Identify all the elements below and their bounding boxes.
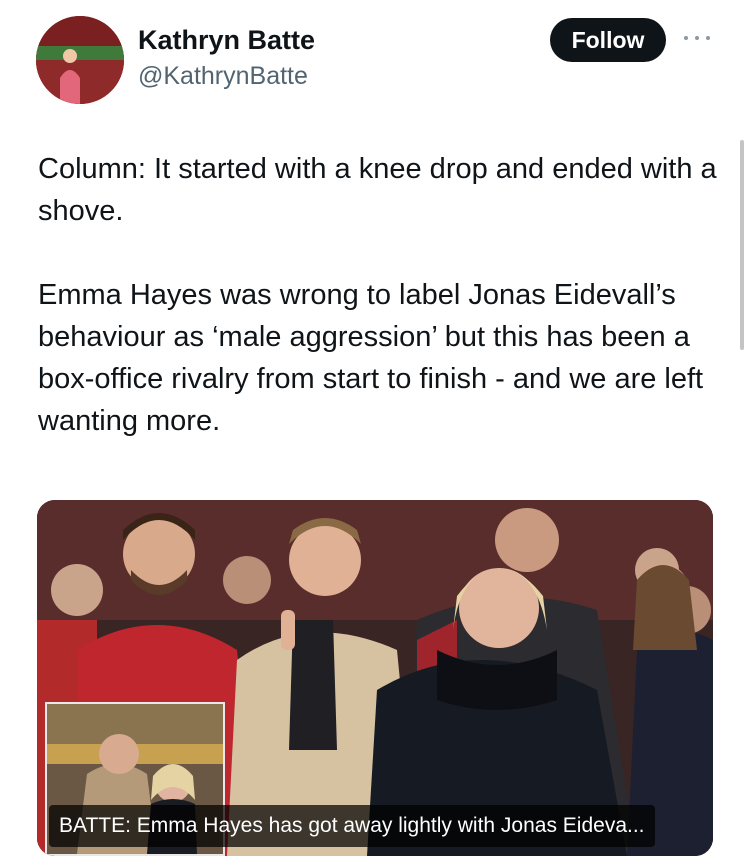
media-card[interactable]: BATTE: Emma Hayes has got away lightly w… xyxy=(37,500,713,856)
follow-button[interactable]: Follow xyxy=(550,18,666,62)
more-dots-icon[interactable] xyxy=(684,30,710,46)
tweet: Kathryn Batte @KathrynBatte Follow Colum… xyxy=(0,0,750,858)
media-caption: BATTE: Emma Hayes has got away lightly w… xyxy=(49,805,655,847)
dot xyxy=(695,36,699,40)
display-name[interactable]: Kathryn Batte xyxy=(138,24,315,56)
avatar[interactable] xyxy=(36,16,124,104)
dot xyxy=(706,36,710,40)
scrollbar[interactable] xyxy=(740,140,744,350)
tweet-paragraph: Emma Hayes was wrong to label Jonas Eide… xyxy=(38,279,704,437)
tweet-text: Column: It started with a knee drop and … xyxy=(38,148,728,442)
handle[interactable]: @KathrynBatte xyxy=(138,60,315,92)
author-block: Kathryn Batte @KathrynBatte xyxy=(138,24,315,92)
tweet-paragraph: Column: It started with a knee drop and … xyxy=(38,153,717,227)
avatar-image xyxy=(36,16,124,104)
dot xyxy=(684,36,688,40)
